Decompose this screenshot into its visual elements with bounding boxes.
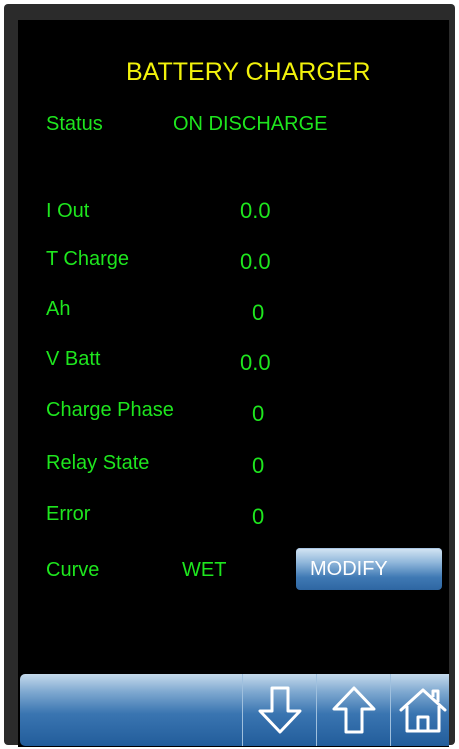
page-title: BATTERY CHARGER <box>126 58 371 86</box>
modify-button[interactable]: MODIFY <box>296 548 442 590</box>
status-label: Status <box>46 113 103 135</box>
ah-label: Ah <box>46 298 71 320</box>
device-frame: BATTERY CHARGER Status ON DISCHARGE I Ou… <box>4 4 455 747</box>
i-out-value: 0.0 <box>240 198 271 223</box>
home-button[interactable] <box>390 674 449 746</box>
bottom-nav-bar <box>20 674 449 746</box>
relay-state-label: Relay State <box>46 452 150 474</box>
scroll-down-button[interactable] <box>242 674 316 746</box>
home-icon <box>399 688 447 733</box>
v-batt-value: 0.0 <box>240 350 271 375</box>
t-charge-label: T Charge <box>46 248 130 270</box>
arrow-down-icon <box>258 686 301 734</box>
charge-phase-value: 0 <box>252 401 265 426</box>
charger-screen: BATTERY CHARGER Status ON DISCHARGE I Ou… <box>18 20 449 747</box>
arrow-up-icon <box>332 686 375 734</box>
i-out-label: I Out <box>46 200 90 222</box>
charge-phase-label: Charge Phase <box>46 399 174 421</box>
scroll-up-button[interactable] <box>316 674 390 746</box>
v-batt-label: V Batt <box>46 348 101 370</box>
status-value: ON DISCHARGE <box>173 113 328 135</box>
relay-state-value: 0 <box>252 453 265 478</box>
error-value: 0 <box>252 504 265 529</box>
curve-label: Curve <box>46 559 100 581</box>
curve-value: WET <box>182 559 227 581</box>
t-charge-value: 0.0 <box>240 249 271 274</box>
ah-value: 0 <box>252 300 265 325</box>
error-label: Error <box>46 503 91 525</box>
